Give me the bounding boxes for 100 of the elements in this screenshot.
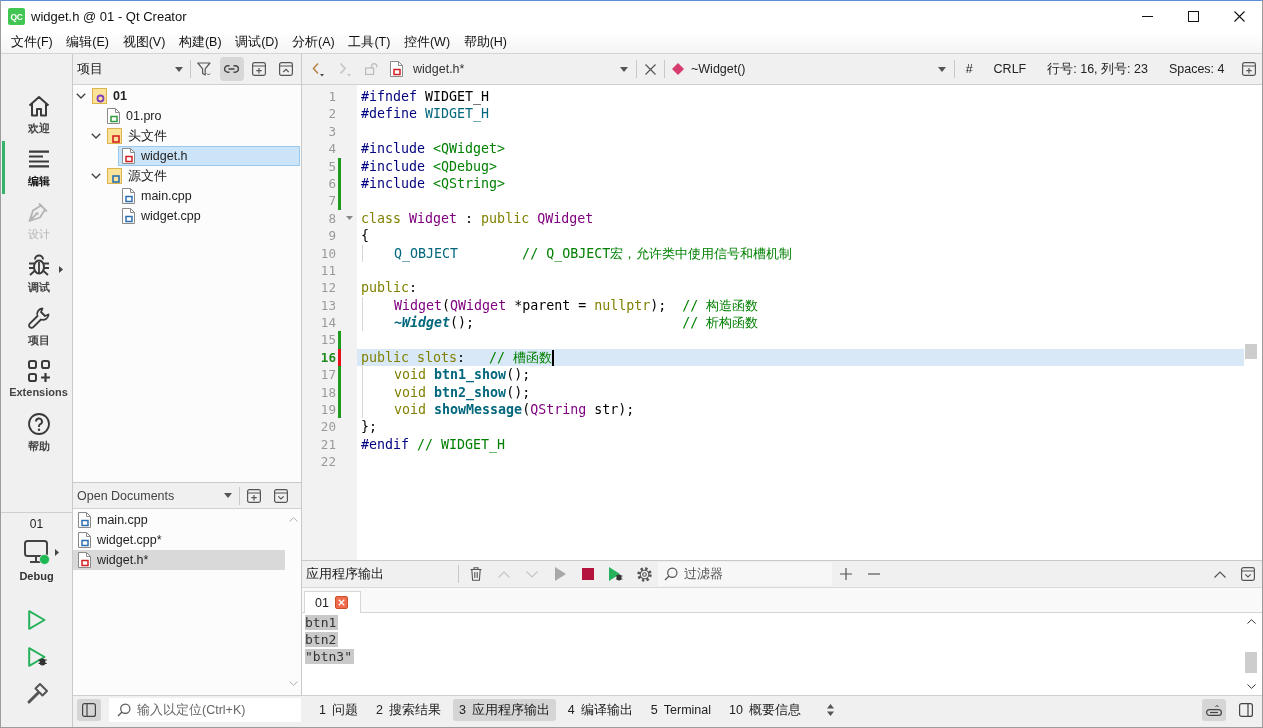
chevron-down-icon[interactable] bbox=[90, 173, 101, 179]
code-line: #define WIDGET_H bbox=[361, 105, 490, 123]
sidebar-toggle-button[interactable] bbox=[77, 699, 101, 721]
code-line: void showMessage(QString str); bbox=[394, 401, 635, 419]
mode-button[interactable]: 帮助 bbox=[2, 406, 72, 459]
menu-item[interactable]: 构建(B) bbox=[172, 34, 229, 51]
line-number: 13 bbox=[319, 296, 336, 315]
up-down-arrows-icon[interactable] bbox=[826, 704, 834, 716]
menu-item[interactable]: 文件(F) bbox=[4, 34, 60, 51]
chevron-up-icon[interactable] bbox=[1246, 619, 1256, 624]
menu-item[interactable]: 控件(W) bbox=[397, 34, 457, 51]
diamond-icon bbox=[672, 63, 684, 75]
tree-item[interactable]: 头文件 bbox=[103, 126, 171, 146]
code-line: }; bbox=[361, 418, 377, 436]
output-pane-button[interactable]: 1 问题 bbox=[313, 699, 364, 721]
squares-plus-icon bbox=[27, 360, 50, 382]
view-selector[interactable]: Open Documents bbox=[73, 483, 239, 508]
line-number: 2 bbox=[327, 105, 336, 123]
indentation-button[interactable]: Spaces: 4 bbox=[1158, 62, 1235, 76]
document-settings-button[interactable]: # bbox=[955, 62, 984, 76]
wrench-icon bbox=[27, 307, 50, 329]
menu-item[interactable]: 分析(A) bbox=[285, 34, 342, 51]
output-pane-button[interactable]: 2 搜索结果 bbox=[369, 699, 447, 721]
plus-icon[interactable] bbox=[840, 568, 852, 580]
back-icon[interactable] bbox=[311, 61, 324, 77]
dropdown-arrow-icon bbox=[175, 66, 183, 72]
scrollbar-thumb[interactable] bbox=[1245, 652, 1257, 673]
chevron-down-icon[interactable] bbox=[1246, 684, 1256, 689]
code-line: { bbox=[361, 227, 369, 245]
filter-icon[interactable] bbox=[197, 61, 212, 77]
filter-field[interactable]: 过滤器 bbox=[658, 562, 832, 586]
fold-icon[interactable] bbox=[345, 216, 353, 221]
chevron-down-icon[interactable] bbox=[90, 133, 101, 139]
tree-item[interactable]: widget.h bbox=[118, 146, 300, 166]
locator-field[interactable]: 输入以定位(Ctrl+K) bbox=[109, 698, 301, 722]
scrollbar-thumb[interactable] bbox=[1245, 344, 1257, 359]
search-icon bbox=[117, 703, 131, 717]
mode-button[interactable]: Extensions bbox=[2, 353, 72, 406]
hammer-icon[interactable] bbox=[25, 683, 48, 705]
file-icon bbox=[107, 108, 120, 124]
split-icon[interactable] bbox=[246, 488, 261, 503]
open-document-item[interactable]: main.cpp bbox=[73, 510, 154, 530]
code-line: void btn2_show(); bbox=[394, 383, 531, 402]
split-icon[interactable] bbox=[1241, 62, 1256, 76]
tree-item[interactable]: main.cpp bbox=[118, 186, 196, 206]
line-number: 19 bbox=[319, 401, 336, 419]
bug-icon bbox=[27, 254, 50, 276]
line-number: 10 bbox=[319, 244, 336, 262]
split-icon[interactable] bbox=[251, 62, 266, 76]
view-selector[interactable]: 项目 bbox=[73, 54, 190, 84]
output-pane-button[interactable]: 5 Terminal bbox=[644, 699, 717, 721]
tree-item[interactable]: widget.cpp bbox=[118, 206, 205, 226]
menu-item[interactable]: 帮助(H) bbox=[456, 34, 514, 51]
symbol-selector[interactable]: ~Widget() bbox=[665, 54, 955, 84]
chevron-up-icon[interactable] bbox=[1214, 570, 1226, 578]
line-number: 6 bbox=[327, 174, 336, 193]
play-bug-icon[interactable] bbox=[609, 567, 623, 581]
output-pane-button[interactable]: 3 应用程序输出 bbox=[452, 699, 556, 721]
output-pane-button[interactable]: 10 概要信息 bbox=[723, 699, 807, 721]
close-icon[interactable] bbox=[645, 63, 656, 75]
open-document-item[interactable]: widget.cpp* bbox=[73, 530, 168, 550]
menu-item[interactable]: 工具(T) bbox=[341, 34, 398, 51]
line-ending-button[interactable]: CRLF bbox=[983, 62, 1037, 76]
code-line: #include <QWidget> bbox=[361, 140, 506, 158]
trash-icon[interactable] bbox=[470, 567, 482, 581]
code-line: #include <QString> bbox=[361, 174, 506, 193]
file-icon bbox=[78, 532, 91, 548]
tree-item[interactable]: 01 bbox=[88, 86, 131, 106]
line-number: 1 bbox=[327, 88, 336, 106]
minimize-icon[interactable] bbox=[1141, 16, 1153, 17]
output-pane-button[interactable]: 4 编译输出 bbox=[561, 699, 639, 721]
mode-button[interactable]: 调试 bbox=[2, 247, 72, 300]
menu-item[interactable]: 编辑(E) bbox=[59, 34, 116, 51]
sync-toggle-button[interactable] bbox=[219, 57, 244, 81]
menu-item[interactable]: 调试(D) bbox=[228, 34, 286, 51]
collapse-icon[interactable] bbox=[278, 62, 293, 76]
close-icon[interactable] bbox=[1233, 11, 1245, 22]
menu-item[interactable]: 视图(V) bbox=[115, 34, 173, 51]
settings-icon[interactable] bbox=[636, 566, 652, 582]
line-number: 17 bbox=[319, 366, 336, 384]
progress-details-button[interactable] bbox=[1202, 699, 1226, 721]
collapse-icon[interactable] bbox=[1241, 567, 1255, 581]
chevron-down-icon[interactable] bbox=[75, 93, 86, 99]
mode-button[interactable]: 项目 bbox=[2, 300, 72, 353]
maximize-icon[interactable] bbox=[1187, 11, 1199, 22]
monitor-icon[interactable] bbox=[23, 540, 50, 565]
file-selector[interactable]: widget.h* bbox=[385, 54, 636, 84]
window-title: widget.h @ 01 - Qt Creator bbox=[31, 9, 187, 24]
play-bug-icon[interactable] bbox=[27, 647, 48, 667]
cursor-position-button[interactable]: 行号: 16, 列号: 23 bbox=[1036, 60, 1159, 78]
line-number: 5 bbox=[327, 157, 336, 175]
expand-icon[interactable] bbox=[273, 488, 288, 503]
tree-item[interactable]: 源文件 bbox=[103, 166, 171, 186]
open-document-item[interactable]: widget.h* bbox=[73, 550, 285, 570]
line-number: 15 bbox=[319, 331, 336, 349]
submenu-arrow-icon[interactable] bbox=[54, 549, 59, 556]
sidebar-icon bbox=[82, 703, 96, 717]
mode-button[interactable]: 欢迎 bbox=[2, 88, 72, 141]
output-tab[interactable]: 01 bbox=[304, 591, 361, 613]
tree-item[interactable]: 01.pro bbox=[103, 106, 166, 126]
